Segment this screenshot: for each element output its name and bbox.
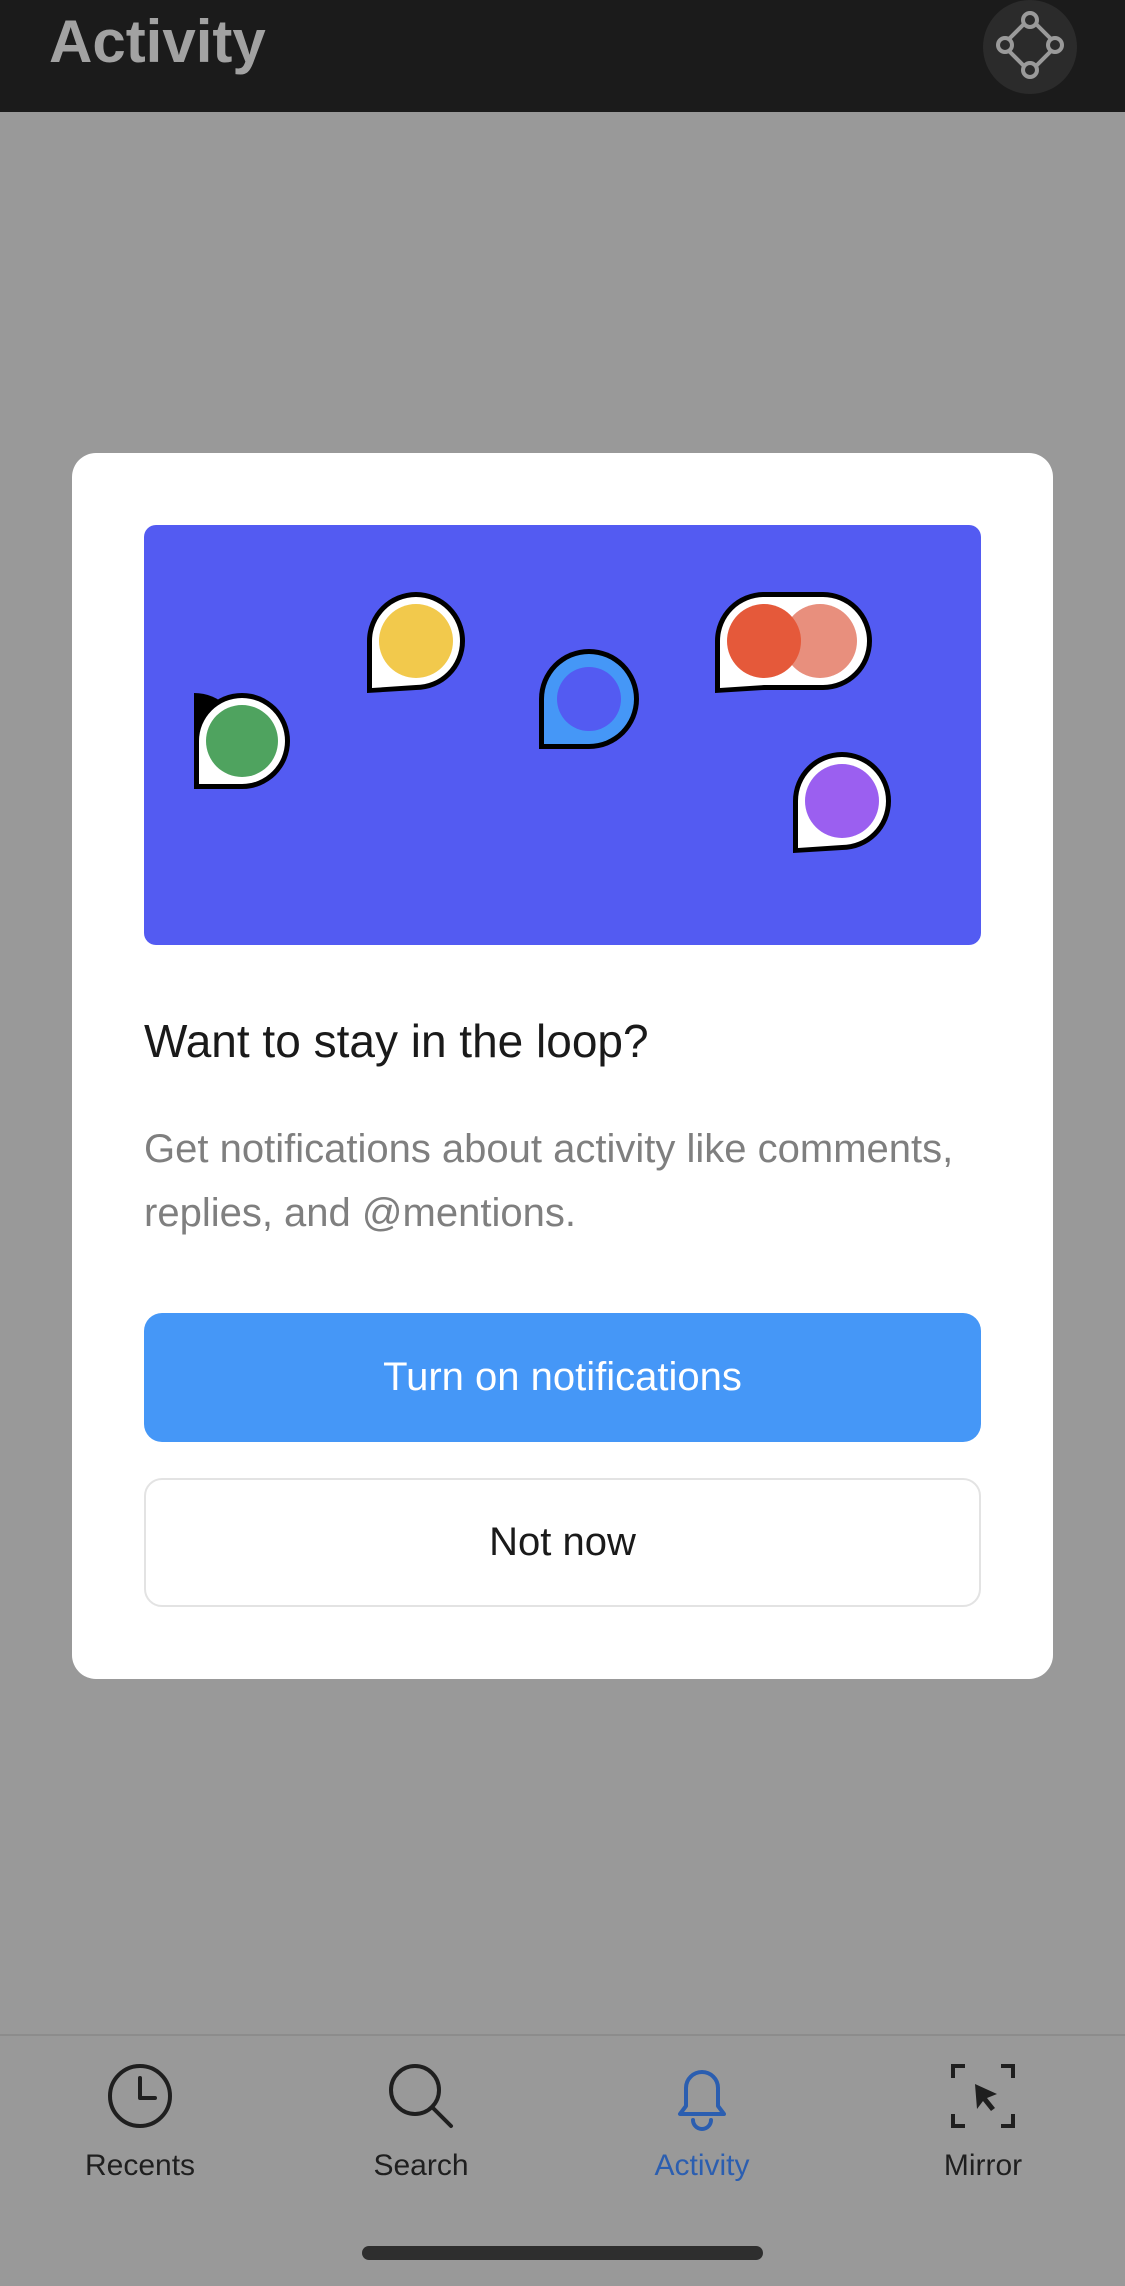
page-title: Activity	[49, 8, 266, 75]
tab-search[interactable]: Search	[321, 2056, 521, 2206]
tab-activity[interactable]: Activity	[602, 2056, 802, 2206]
tab-label: Recents	[84, 2149, 196, 2182]
comment-bubble-yellow-icon	[367, 592, 465, 693]
bell-icon	[662, 2056, 742, 2136]
tab-label: Search	[373, 2149, 469, 2182]
turn-on-notifications-button[interactable]: Turn on notifications	[144, 1313, 981, 1442]
tab-label: Mirror	[943, 2149, 1023, 2182]
tab-label: Activity	[654, 2149, 750, 2182]
tab-recents[interactable]: Recents	[40, 2056, 240, 2206]
comment-bubble-group-icon	[715, 592, 872, 693]
not-now-button[interactable]: Not now	[144, 1478, 981, 1607]
dialog-title: Want to stay in the loop?	[144, 1015, 649, 1067]
comment-bubble-purple-icon	[793, 752, 891, 853]
comments-illustration	[144, 525, 981, 945]
search-icon	[381, 2056, 461, 2136]
tab-mirror[interactable]: Mirror	[883, 2056, 1083, 2206]
home-indicator[interactable]	[362, 2246, 763, 2260]
component-diamond-icon	[995, 10, 1065, 85]
app-header: Activity	[0, 0, 1125, 112]
comment-bubble-green-icon	[194, 693, 290, 789]
mirror-icon	[943, 2056, 1023, 2136]
comment-bubble-blue-icon	[539, 649, 639, 749]
component-button[interactable]	[983, 0, 1077, 94]
clock-icon	[100, 2056, 180, 2136]
notifications-dialog: Want to stay in the loop? Get notificati…	[72, 453, 1053, 1679]
dialog-description: Get notifications about activity like co…	[144, 1127, 954, 1235]
